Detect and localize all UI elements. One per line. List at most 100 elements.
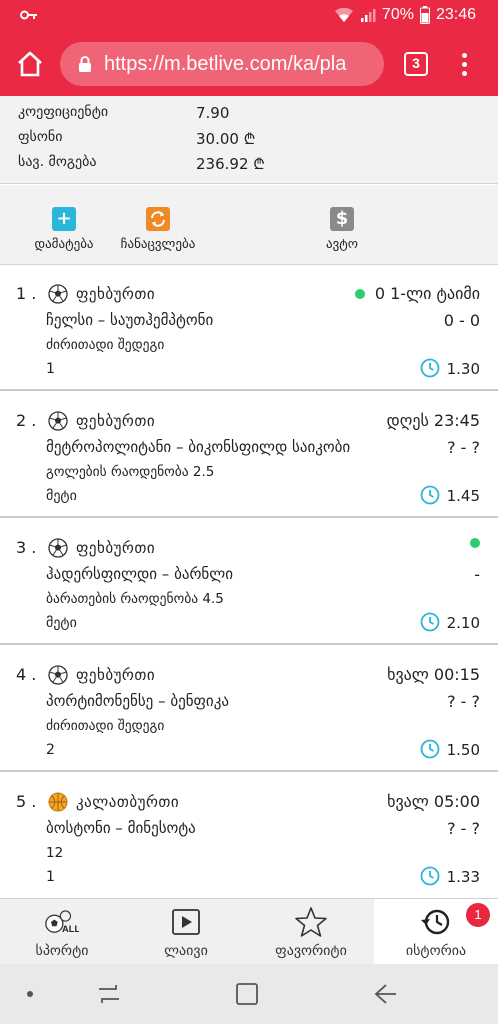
coefficient-label: კოეფიციენტი <box>18 104 109 120</box>
play-icon <box>172 909 200 935</box>
stake-value: 30.00 ₾ <box>196 130 256 148</box>
all-sports-text: ALL <box>62 924 79 934</box>
market-name: გოლების რაოდენობა 2.5 <box>46 464 215 480</box>
wifi-icon <box>334 7 353 23</box>
sport-name: ფეხბურთი <box>76 539 156 557</box>
clock-icon <box>420 612 440 632</box>
plus-icon: + <box>52 207 76 231</box>
bet-number: 4 . <box>16 665 37 684</box>
all-sports-icon: ALL <box>45 910 80 934</box>
match-score: - <box>474 565 480 584</box>
match-score: ? - ? <box>447 438 480 457</box>
event-status: ხვალ 00:15 <box>387 665 480 684</box>
nav-sports-label: სპორტი <box>35 943 89 959</box>
possible-win-label: სავ. მოგება <box>18 154 97 170</box>
bet-item[interactable]: 3 . ფეხბურთი ჰადერსფილდი – ბარნლი - ბარა… <box>0 520 498 645</box>
add-label: დამატება <box>34 237 94 252</box>
lock-icon <box>79 56 91 72</box>
home-icon[interactable] <box>16 50 44 78</box>
bet-item[interactable]: 4 . ფეხბურთი ხვალ 00:15 პორტიმონენსე – ბ… <box>0 647 498 772</box>
sport-name: კალათბურთი <box>76 793 180 811</box>
live-indicator <box>354 288 365 299</box>
match-score: ? - ? <box>447 819 480 838</box>
recent-apps-icon[interactable] <box>94 980 124 1008</box>
tab-switcher-button[interactable]: 3 <box>404 52 428 76</box>
home-nav-icon[interactable] <box>232 980 262 1008</box>
outcome-name: 1 <box>46 361 55 377</box>
clock-icon <box>420 739 440 759</box>
bet-odd: 1.33 <box>446 868 480 886</box>
nav-sports[interactable]: ALL სპორტი <box>0 899 124 965</box>
soccer-ball-icon <box>48 665 68 685</box>
event-status <box>470 538 480 548</box>
bet-number: 2 . <box>16 411 37 430</box>
bet-odd: 1.45 <box>446 487 480 505</box>
replace-button[interactable]: ჩანაცვლება <box>110 207 206 252</box>
bet-number: 3 . <box>16 538 37 557</box>
history-icon <box>421 909 450 935</box>
star-icon <box>295 907 327 937</box>
bet-number: 5 . <box>16 792 37 811</box>
match-score: ? - ? <box>447 692 480 711</box>
sport-name: ფეხბურთი <box>76 412 156 430</box>
add-button[interactable]: + დამატება <box>24 207 104 252</box>
signal-icon <box>360 9 376 22</box>
coefficient-value: 7.90 <box>196 104 230 122</box>
possible-win-value: 236.92 ₾ <box>196 155 265 173</box>
nav-history[interactable]: ისტორია 1 <box>374 899 498 965</box>
soccer-ball-icon <box>48 411 68 431</box>
outcome-name: მეტი <box>46 615 77 631</box>
sport-name: ფეხბურთი <box>76 285 156 303</box>
sport-name: ფეხბურთი <box>76 666 156 684</box>
history-badge: 1 <box>466 903 490 927</box>
outcome-name: 2 <box>46 742 55 758</box>
system-navigation-bar <box>0 964 498 1024</box>
status-bar: 70% 23:46 <box>0 0 498 32</box>
event-status: დღეს 23:45 <box>387 411 480 430</box>
action-bar: + დამატება ჩანაცვლება $ ავტო <box>0 185 498 265</box>
event-status-text: ხვალ 05:00 <box>387 792 480 811</box>
match-name: პორტიმონენსე – ბენფიკა <box>46 692 229 710</box>
event-status-text: დღეს 23:45 <box>386 411 480 430</box>
clock-icon <box>420 866 440 886</box>
outcome-name: 1 <box>46 869 55 885</box>
bet-summary: კოეფიციენტი 7.90 ფსონი 30.00 ₾ სავ. მოგე… <box>0 96 498 184</box>
market-name: ძირითადი შედეგი <box>46 718 165 734</box>
market-name: ბარათების რაოდენობა 4.5 <box>46 591 224 607</box>
event-status: 0 1-ლი ტაიმი <box>354 284 480 303</box>
event-status-text: 0 1-ლი ტაიმი <box>374 284 480 303</box>
clock-time: 23:46 <box>435 6 476 23</box>
match-score: 0 - 0 <box>443 311 480 330</box>
auto-label: ავტო <box>326 237 358 252</box>
swap-icon <box>146 207 170 231</box>
event-status: ხვალ 05:00 <box>387 792 480 811</box>
bet-odd: 1.50 <box>446 741 480 759</box>
event-status-text: ხვალ 00:15 <box>387 665 480 684</box>
live-indicator <box>470 538 480 548</box>
match-name: მეტროპოლიტანი – ბიკონსფილდ საიკობი <box>46 438 351 456</box>
key-icon <box>20 10 37 20</box>
url-field[interactable]: https://m.betlive.com/ka/pla <box>60 42 384 86</box>
bottom-navigation: ALL სპორტი ლაივი ფავორიტი ისტორია 1 <box>0 898 498 965</box>
outcome-name: მეტი <box>46 488 77 504</box>
browser-toolbar: https://m.betlive.com/ka/pla 3 <box>0 32 498 96</box>
nav-favorites[interactable]: ფავორიტი <box>248 899 374 965</box>
match-name: ბოსტონი – მინესოტა <box>46 819 196 837</box>
url-text: https://m.betlive.com/ka/pla <box>104 53 347 75</box>
back-icon[interactable] <box>370 980 400 1008</box>
nav-live[interactable]: ლაივი <box>124 899 248 965</box>
stake-label: ფსონი <box>18 129 63 145</box>
bet-item[interactable]: 2 . ფეხბურთი დღეს 23:45 მეტროპოლიტანი – … <box>0 393 498 518</box>
market-name: ძირითადი შედეგი <box>46 337 165 353</box>
clock-icon <box>420 358 440 378</box>
bet-item[interactable]: 5 . კალათბურთი ხვალ 05:00 ბოსტონი – მინე… <box>0 774 498 898</box>
match-name: ჰადერსფილდი – ბარნლი <box>46 565 233 583</box>
dot-icon[interactable] <box>22 980 52 1008</box>
nav-history-label: ისტორია <box>405 943 467 959</box>
nav-favorites-label: ფავორიტი <box>275 943 347 959</box>
battery-percent: 70% <box>381 6 414 23</box>
bet-number: 1 . <box>16 284 37 303</box>
overflow-menu-icon[interactable] <box>456 50 472 78</box>
auto-button[interactable]: $ ავტო <box>310 207 374 252</box>
bet-item[interactable]: 1 . ფეხბურთი 0 1-ლი ტაიმი ჩელსი – საუთჰე… <box>0 266 498 391</box>
